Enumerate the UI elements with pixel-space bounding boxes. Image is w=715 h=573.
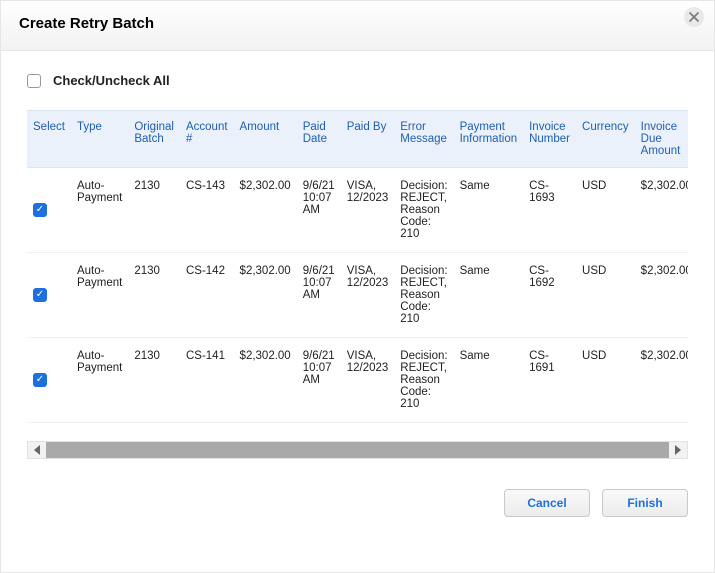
cell-paid-date: 9/6/21 10:07 AM [297, 253, 341, 338]
cell-account: CS-142 [180, 253, 234, 338]
cell-currency: USD [576, 168, 635, 253]
cell-payment-information: Same [454, 253, 524, 338]
check-all-label: Check/Uncheck All [53, 73, 170, 88]
cell-invoice-due-amount: $2,302.00 [635, 253, 688, 338]
cell-error-message: Decision: REJECT, Reason Code: 210 [394, 338, 453, 423]
cell-paid-by: VISA, 12/2023 [341, 168, 395, 253]
cell-payment-information: Same [454, 338, 524, 423]
close-icon [689, 12, 699, 22]
cell-paid-by: VISA, 12/2023 [341, 253, 395, 338]
col-currency[interactable]: Currency [576, 111, 635, 168]
cell-amount: $2,302.00 [234, 338, 297, 423]
col-paid-date[interactable]: Paid Date [297, 111, 341, 168]
cell-amount: $2,302.00 [234, 253, 297, 338]
cell-type: Auto-Payment [71, 338, 128, 423]
dialog-header: Create Retry Batch [1, 1, 714, 51]
col-original-batch[interactable]: Original Batch [128, 111, 180, 168]
table-row: Auto-Payment 2130 CS-141 $2,302.00 9/6/2… [27, 338, 688, 423]
col-amount[interactable]: Amount [234, 111, 297, 168]
check-all-row: Check/Uncheck All [9, 67, 706, 102]
close-button[interactable] [684, 7, 704, 27]
table-row: Auto-Payment 2130 CS-143 $2,302.00 9/6/2… [27, 168, 688, 253]
cell-invoice-due-amount: $2,302.00 [635, 338, 688, 423]
row-checkbox[interactable] [33, 373, 47, 387]
scroll-left-button[interactable] [28, 442, 46, 458]
cell-account: CS-143 [180, 168, 234, 253]
dialog-button-row: Cancel Finish [9, 459, 706, 517]
row-checkbox[interactable] [33, 203, 47, 217]
horizontal-scrollbar[interactable] [27, 441, 688, 459]
scroll-right-button[interactable] [669, 442, 687, 458]
chevron-right-icon [675, 445, 681, 455]
col-payment-information[interactable]: Payment Information [454, 111, 524, 168]
dialog-content: Check/Uncheck All Select Type Original B… [1, 51, 714, 517]
col-paid-by[interactable]: Paid By [341, 111, 395, 168]
cancel-button[interactable]: Cancel [504, 489, 590, 517]
cell-error-message: Decision: REJECT, Reason Code: 210 [394, 253, 453, 338]
cell-original-batch: 2130 [128, 253, 180, 338]
table-row: Auto-Payment 2130 CS-142 $2,302.00 9/6/2… [27, 253, 688, 338]
table-scroll[interactable]: Select Type Original Batch Account # Amo… [27, 110, 688, 423]
row-checkbox[interactable] [33, 288, 47, 302]
table-header-row: Select Type Original Batch Account # Amo… [27, 111, 688, 168]
col-error-message[interactable]: Error Message [394, 111, 453, 168]
cell-invoice-due-amount: $2,302.00 [635, 168, 688, 253]
col-invoice-number[interactable]: Invoice Number [523, 111, 576, 168]
cell-paid-by: VISA, 12/2023 [341, 338, 395, 423]
cell-original-batch: 2130 [128, 168, 180, 253]
cell-payment-information: Same [454, 168, 524, 253]
finish-button[interactable]: Finish [602, 489, 688, 517]
check-all-checkbox[interactable] [27, 74, 41, 88]
col-account[interactable]: Account # [180, 111, 234, 168]
col-select[interactable]: Select [27, 111, 71, 168]
dialog-title: Create Retry Batch [19, 15, 696, 32]
cell-invoice-number: CS-1692 [523, 253, 576, 338]
chevron-left-icon [34, 445, 40, 455]
cell-invoice-number: CS-1691 [523, 338, 576, 423]
retry-batch-table: Select Type Original Batch Account # Amo… [27, 110, 688, 423]
cell-paid-date: 9/6/21 10:07 AM [297, 338, 341, 423]
cell-amount: $2,302.00 [234, 168, 297, 253]
cell-original-batch: 2130 [128, 338, 180, 423]
cell-type: Auto-Payment [71, 253, 128, 338]
cell-account: CS-141 [180, 338, 234, 423]
scrollbar-track[interactable] [46, 442, 669, 458]
cell-currency: USD [576, 253, 635, 338]
col-type[interactable]: Type [71, 111, 128, 168]
cell-currency: USD [576, 338, 635, 423]
col-invoice-due-amount[interactable]: Invoice Due Amount [635, 111, 688, 168]
cell-type: Auto-Payment [71, 168, 128, 253]
cell-invoice-number: CS-1693 [523, 168, 576, 253]
cell-error-message: Decision: REJECT, Reason Code: 210 [394, 168, 453, 253]
cell-paid-date: 9/6/21 10:07 AM [297, 168, 341, 253]
